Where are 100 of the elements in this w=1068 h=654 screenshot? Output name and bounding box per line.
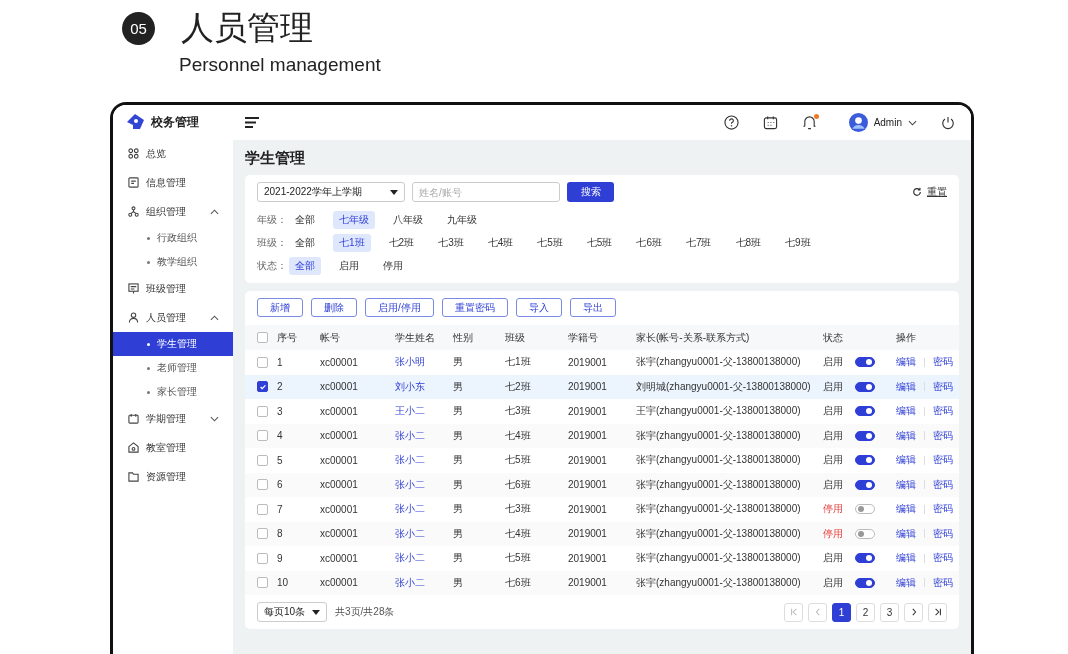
action-link[interactable]: 编辑: [896, 404, 916, 419]
filter-option[interactable]: 七9班: [779, 233, 817, 252]
page-button[interactable]: 3: [880, 602, 899, 622]
chevron-icon[interactable]: [210, 314, 219, 321]
filter-option[interactable]: 七6班: [630, 233, 668, 252]
action-link[interactable]: 密码: [933, 477, 953, 492]
checkbox[interactable]: [257, 356, 268, 368]
sidebar-subitem[interactable]: 老师管理: [113, 356, 233, 380]
action-link[interactable]: 编辑: [896, 526, 916, 541]
filter-option[interactable]: 七年级: [333, 210, 375, 229]
status-toggle[interactable]: [855, 406, 875, 417]
sidebar-subitem[interactable]: 家长管理: [113, 380, 233, 404]
toolbar-button[interactable]: 重置密码: [441, 298, 508, 317]
student-name-link[interactable]: 刘小东: [395, 379, 453, 394]
student-name-link[interactable]: 张小二: [395, 453, 453, 468]
chevron-icon[interactable]: [210, 415, 219, 422]
action-link[interactable]: 密码: [933, 428, 953, 443]
status-toggle[interactable]: [855, 577, 875, 588]
action-link[interactable]: 密码: [933, 575, 953, 590]
reset-link[interactable]: 重置: [912, 185, 947, 199]
student-name-link[interactable]: 张小明: [395, 355, 453, 370]
sidebar-item[interactable]: 人员管理: [113, 303, 233, 332]
filter-option[interactable]: 七3班: [432, 233, 470, 252]
action-link[interactable]: 密码: [933, 355, 953, 370]
bell-icon[interactable]: [801, 115, 817, 130]
action-link[interactable]: 编辑: [896, 575, 916, 590]
filter-option[interactable]: 九年级: [441, 210, 483, 229]
filter-option[interactable]: 七4班: [481, 233, 520, 252]
sidebar-item[interactable]: 总览: [113, 139, 233, 168]
sidebar-subitem[interactable]: 行政组织: [113, 226, 233, 250]
action-link[interactable]: 密码: [933, 453, 953, 468]
toolbar-button[interactable]: 导出: [569, 298, 616, 317]
sidebar-item[interactable]: 信息管理: [113, 168, 233, 197]
sidebar-subitem[interactable]: 教学组织: [113, 250, 233, 274]
filter-option[interactable]: 八年级: [387, 210, 429, 229]
action-link[interactable]: 编辑: [896, 477, 916, 492]
action-link[interactable]: 密码: [933, 551, 953, 566]
action-link[interactable]: 密码: [933, 379, 953, 394]
filter-option[interactable]: 七1班: [333, 233, 371, 252]
filter-option[interactable]: 七8班: [729, 233, 768, 252]
status-toggle[interactable]: [855, 357, 875, 368]
page-size-select[interactable]: 每页10条: [257, 602, 327, 622]
filter-option[interactable]: 七7班: [679, 233, 718, 252]
term-select[interactable]: 2021-2022学年上学期: [257, 182, 405, 202]
checkbox[interactable]: [257, 454, 268, 466]
action-link[interactable]: 编辑: [896, 551, 916, 566]
sidebar-item[interactable]: 教室管理: [113, 433, 233, 462]
toolbar-button[interactable]: 导入: [515, 298, 562, 317]
help-icon[interactable]: [723, 115, 739, 130]
sidebar-item[interactable]: 班级管理: [113, 274, 233, 303]
filter-option[interactable]: 七5班: [531, 233, 569, 252]
action-link[interactable]: 编辑: [896, 379, 916, 394]
status-toggle[interactable]: [855, 430, 875, 441]
last-page-button[interactable]: [928, 602, 947, 622]
checkbox[interactable]: [257, 430, 268, 442]
filter-option[interactable]: 全部: [289, 233, 321, 252]
page-button[interactable]: 1: [832, 602, 851, 622]
checkbox[interactable]: [257, 577, 268, 589]
filter-option[interactable]: 七2班: [382, 233, 421, 252]
toolbar-button[interactable]: 新增: [257, 298, 303, 317]
filter-option[interactable]: 七5班: [580, 233, 619, 252]
checkbox[interactable]: [257, 405, 268, 417]
sidebar-item[interactable]: 学期管理: [113, 404, 233, 433]
sidebar-subitem[interactable]: 学生管理: [113, 332, 233, 356]
page-button[interactable]: 2: [856, 602, 875, 622]
status-toggle[interactable]: [855, 479, 875, 490]
filter-option[interactable]: 全部: [289, 256, 321, 275]
toolbar-button[interactable]: 启用/停用: [365, 298, 434, 317]
action-link[interactable]: 密码: [933, 502, 953, 517]
student-name-link[interactable]: 张小二: [395, 477, 453, 492]
status-toggle[interactable]: [855, 504, 875, 515]
status-toggle[interactable]: [855, 553, 875, 564]
search-field[interactable]: 姓名/账号: [412, 182, 560, 202]
status-toggle[interactable]: [855, 455, 875, 466]
filter-option[interactable]: 启用: [333, 256, 365, 275]
checkbox[interactable]: [257, 381, 268, 393]
student-name-link[interactable]: 张小二: [395, 526, 453, 541]
filter-option[interactable]: 全部: [289, 210, 321, 229]
search-button[interactable]: 搜索: [567, 182, 614, 202]
action-link[interactable]: 密码: [933, 404, 953, 419]
chevron-icon[interactable]: [210, 208, 219, 215]
sidebar-item[interactable]: 组织管理: [113, 197, 233, 226]
checkbox[interactable]: [257, 552, 268, 564]
menu-icon[interactable]: [245, 117, 259, 128]
action-link[interactable]: 编辑: [896, 428, 916, 443]
calendar-icon[interactable]: [762, 115, 778, 130]
student-name-link[interactable]: 张小二: [395, 551, 453, 566]
checkbox[interactable]: [257, 332, 268, 343]
user-menu[interactable]: Admin: [848, 113, 917, 132]
action-link[interactable]: 编辑: [896, 355, 916, 370]
checkbox[interactable]: [257, 503, 268, 515]
status-toggle[interactable]: [855, 528, 875, 539]
status-toggle[interactable]: [855, 381, 875, 392]
student-name-link[interactable]: 王小二: [395, 404, 453, 419]
toolbar-button[interactable]: 删除: [311, 298, 357, 317]
checkbox[interactable]: [257, 528, 268, 540]
action-link[interactable]: 编辑: [896, 453, 916, 468]
student-name-link[interactable]: 张小二: [395, 502, 453, 517]
student-name-link[interactable]: 张小二: [395, 575, 453, 590]
filter-option[interactable]: 停用: [377, 256, 409, 275]
